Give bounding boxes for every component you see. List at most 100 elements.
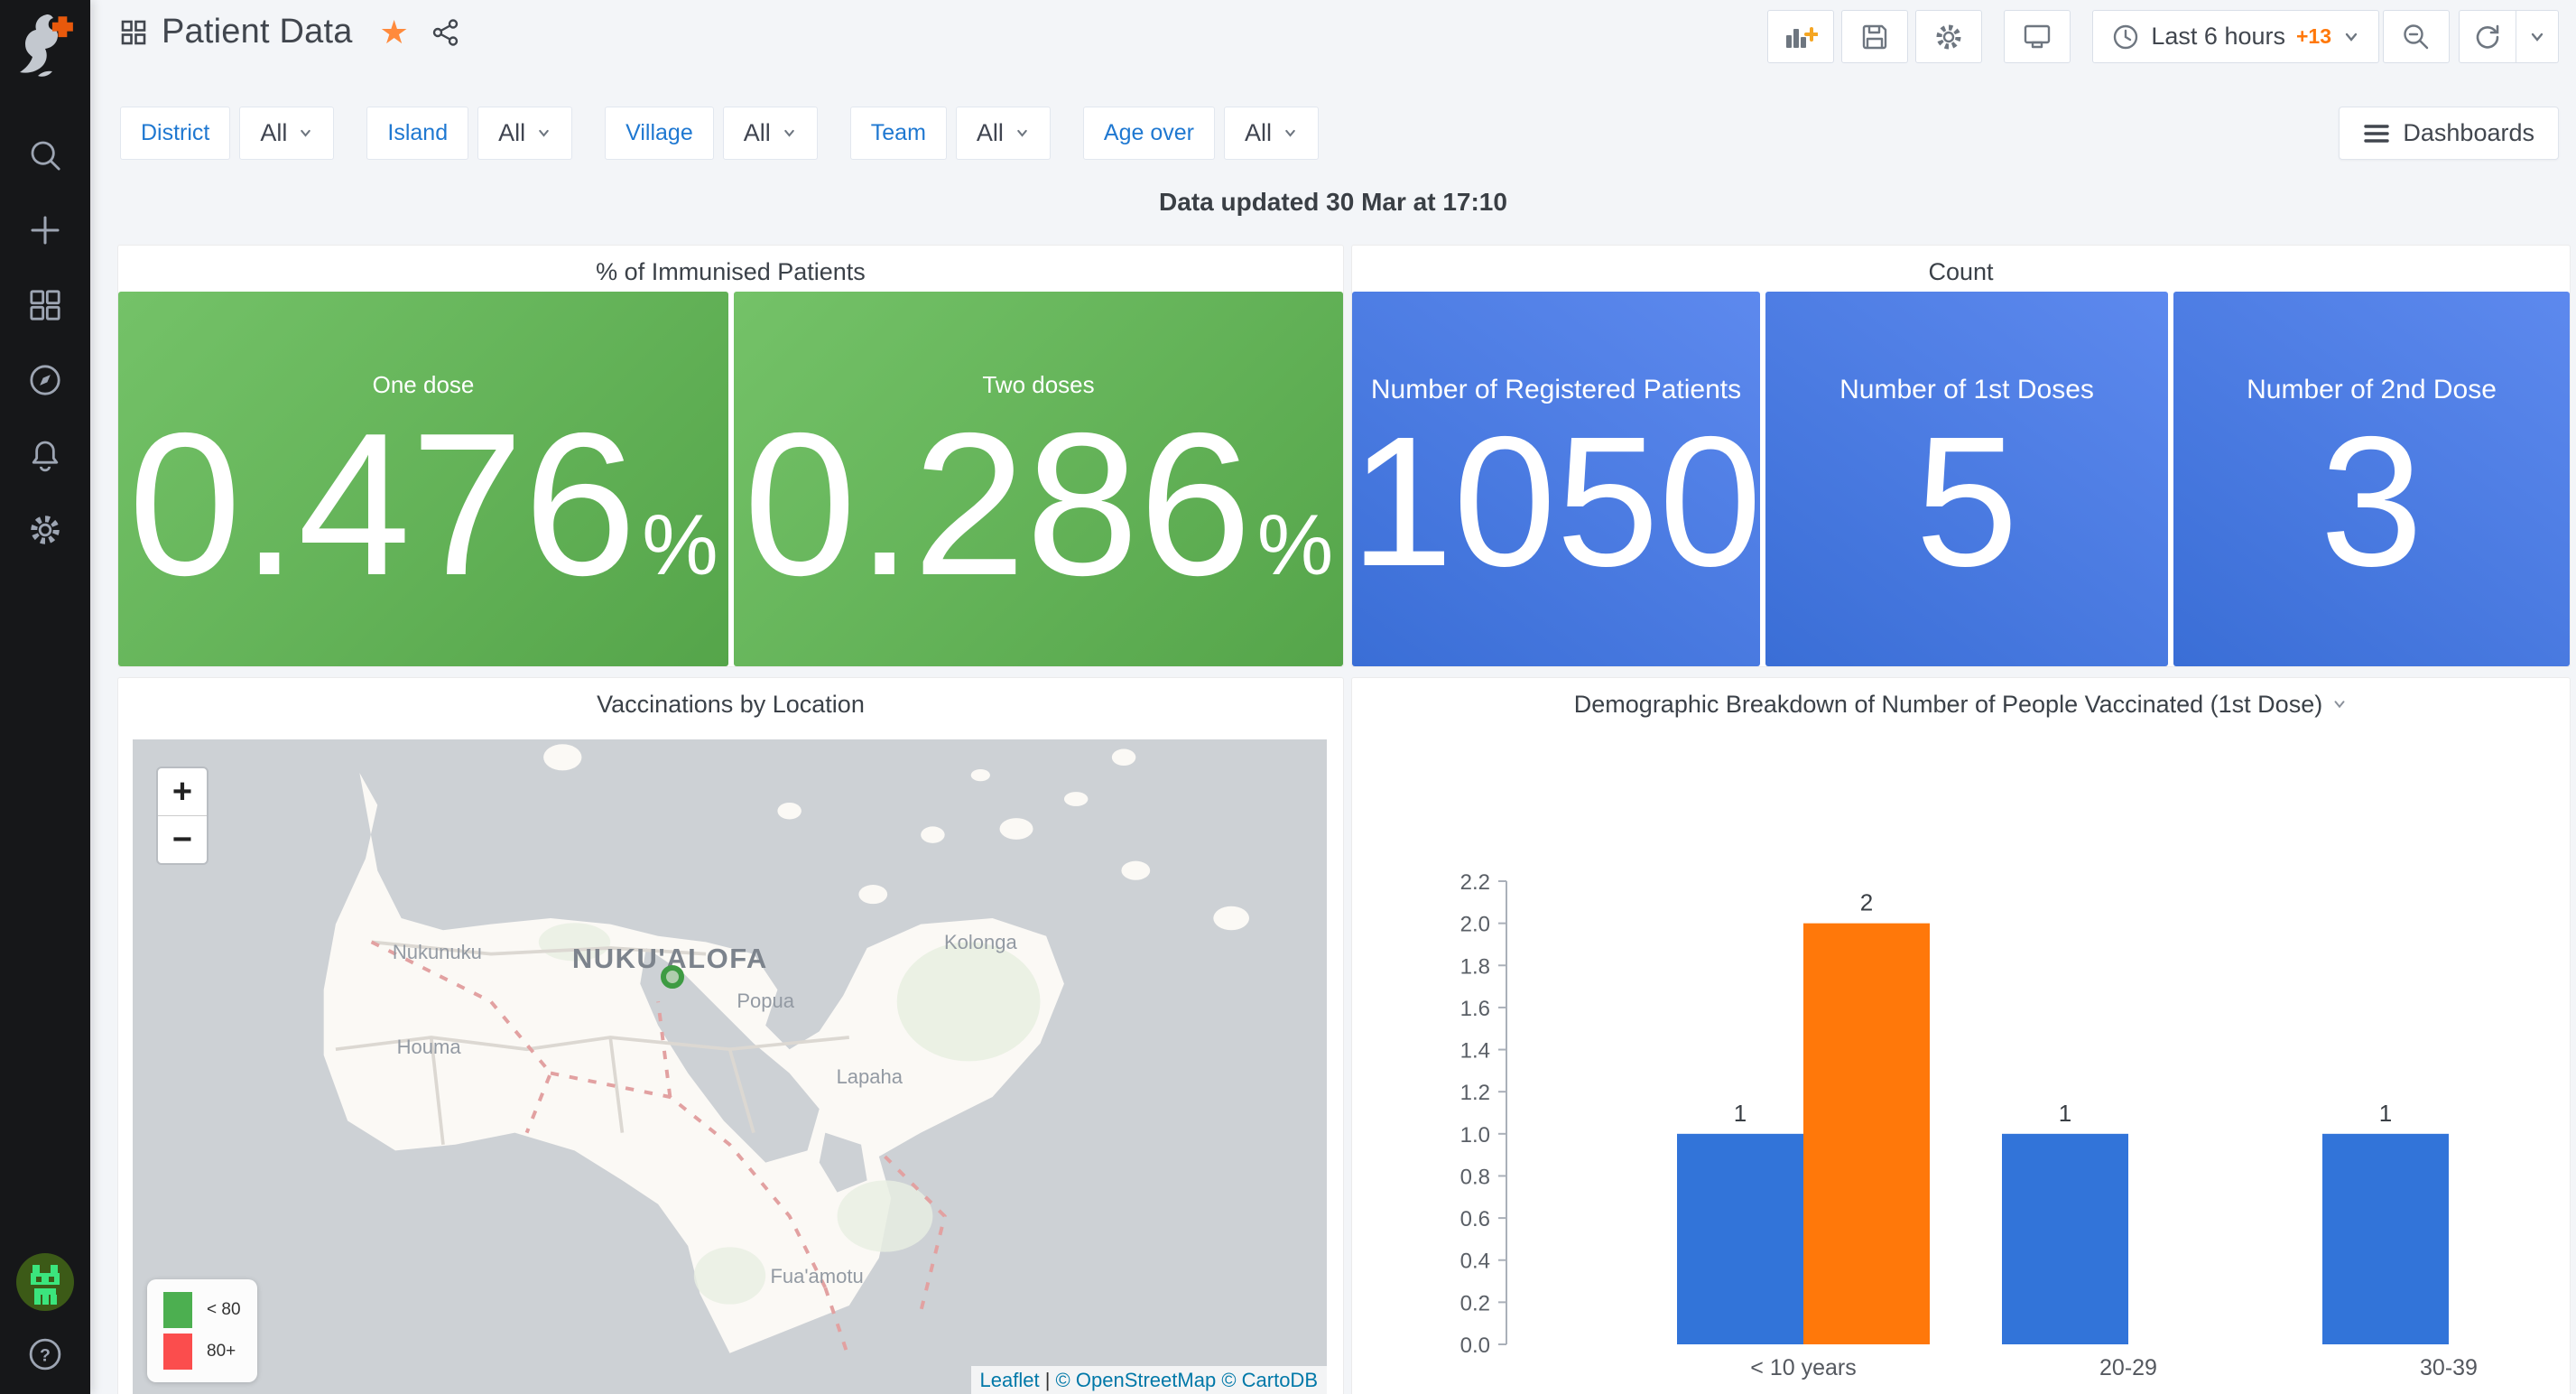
legend-item-under-80: < 80: [163, 1292, 241, 1328]
sidebar-item-search[interactable]: [25, 135, 65, 175]
configuration-gear-icon: [26, 511, 64, 549]
zoom-out-button[interactable]: −: [158, 815, 207, 863]
refresh-interval-dropdown[interactable]: [2516, 11, 2558, 62]
legend-swatch-red: [163, 1334, 192, 1370]
save-icon: [1859, 22, 1890, 52]
map-place-label: Lapaha: [837, 1065, 903, 1089]
save-dashboard-button[interactable]: [1841, 10, 1908, 63]
dashboards-button[interactable]: Dashboards: [2339, 107, 2559, 160]
svg-text:0.2: 0.2: [1460, 1291, 1490, 1315]
time-range-picker[interactable]: Last 6 hours +13: [2092, 10, 2379, 63]
bar-series-1-< 10 years[interactable]: [1677, 1134, 1803, 1344]
panel-title[interactable]: Count: [1352, 246, 2570, 298]
alerting-bell-icon: [26, 436, 64, 474]
openstreetmap-link[interactable]: © OpenStreetMap: [1056, 1369, 1217, 1391]
grafana-dashboard: ? Patient Data ★ Las: [0, 0, 2576, 1394]
filter-village-label[interactable]: Village: [605, 107, 714, 160]
stat-first-doses: Number of 1st Doses 5: [1765, 292, 2168, 666]
add-panel-icon: [1784, 22, 1818, 52]
share-icon[interactable]: [431, 17, 461, 48]
filter-island-label[interactable]: Island: [366, 107, 468, 160]
filter-team-label[interactable]: Team: [850, 107, 947, 160]
sidebar-item-explore[interactable]: [25, 360, 65, 400]
map-data-marker[interactable]: [661, 965, 684, 989]
svg-text:2: 2: [1860, 889, 1873, 916]
svg-text:1.2: 1.2: [1460, 1081, 1490, 1105]
filter-age-over-value[interactable]: All: [1224, 107, 1319, 160]
plus-icon: [26, 211, 64, 249]
dashboard-settings-button[interactable]: [1915, 10, 1982, 63]
stat-value: 5: [1915, 414, 2018, 590]
bar-chart[interactable]: 0.00.20.40.60.81.01.21.41.61.82.02.212< …: [1367, 750, 2564, 1394]
attribution-separator: |: [1045, 1369, 1051, 1391]
sidebar-item-help[interactable]: ?: [25, 1334, 65, 1374]
time-range-extra: +13: [2296, 24, 2331, 49]
panel-title-text: Demographic Breakdown of Number of Peopl…: [1574, 691, 2322, 719]
favorite-star-icon[interactable]: ★: [380, 16, 409, 49]
page-title: Patient Data: [162, 13, 353, 51]
svg-text:1.6: 1.6: [1460, 997, 1490, 1021]
stat-value: 0.476: [128, 408, 636, 601]
list-icon: [2363, 122, 2390, 145]
sidebar-item-dashboards[interactable]: [25, 285, 65, 325]
filter-value-text: All: [744, 119, 771, 147]
svg-text:1.0: 1.0: [1460, 1123, 1490, 1148]
user-avatar[interactable]: [16, 1253, 74, 1311]
panel-demographic-chart: Demographic Breakdown of Number of Peopl…: [1351, 677, 2571, 1394]
dashboards-button-label: Dashboards: [2403, 119, 2534, 147]
svg-text:0.6: 0.6: [1460, 1207, 1490, 1231]
bar-series-2-< 10 years[interactable]: [1803, 924, 1930, 1344]
cartodb-link[interactable]: © CartoDB: [1221, 1369, 1318, 1391]
dashboard-header: Patient Data ★ Last 6 hours +13: [90, 0, 2576, 90]
filter-village-value[interactable]: All: [723, 107, 818, 160]
map-place-label: Popua: [737, 990, 794, 1013]
org-logo-icon[interactable]: [11, 9, 79, 81]
chevron-down-icon: [1283, 125, 1298, 141]
add-panel-button[interactable]: [1767, 10, 1834, 63]
svg-text:1.8: 1.8: [1460, 954, 1490, 979]
svg-text:2.2: 2.2: [1460, 870, 1490, 895]
stat-unit: %: [1257, 505, 1333, 586]
bar-series-1-30-39[interactable]: [2322, 1134, 2449, 1344]
svg-text:1: 1: [1734, 1100, 1747, 1127]
panel-title[interactable]: Vaccinations by Location: [118, 678, 1343, 730]
panel-title[interactable]: Demographic Breakdown of Number of Peopl…: [1352, 678, 2570, 730]
filter-age-over-label[interactable]: Age over: [1083, 107, 1215, 160]
map-place-label: Kolonga: [944, 931, 1017, 954]
map-place-label: Fua'amotu: [770, 1265, 863, 1288]
cycle-view-button[interactable]: [2004, 10, 2071, 63]
panel-title[interactable]: % of Immunised Patients: [118, 246, 1343, 298]
stat-one-dose: One dose 0.476%: [118, 292, 728, 666]
zoom-out-icon: [2401, 22, 2432, 52]
stat-two-doses: Two doses 0.286%: [734, 292, 1343, 666]
chevron-down-icon: [2342, 28, 2360, 46]
sidebar-item-alerting[interactable]: [25, 435, 65, 475]
svg-text:20-29: 20-29: [2099, 1355, 2157, 1380]
zoom-in-button[interactable]: +: [158, 768, 207, 815]
leaflet-map[interactable]: Nukunuku NUKU'ALOFA Popua Kolonga Houma …: [133, 739, 1327, 1394]
stat-value: 1050: [1350, 414, 1762, 590]
svg-text:2.0: 2.0: [1460, 913, 1490, 937]
refresh-icon: [2473, 23, 2502, 51]
refresh-button[interactable]: [2460, 11, 2516, 62]
search-icon: [26, 136, 64, 174]
filter-team-value[interactable]: All: [956, 107, 1051, 160]
leaflet-link[interactable]: Leaflet: [980, 1369, 1040, 1391]
filter-age-over: Age over All: [1083, 107, 1319, 160]
filter-district-value[interactable]: All: [239, 107, 334, 160]
svg-text:0.8: 0.8: [1460, 1165, 1490, 1189]
map-zoom-control: + −: [156, 767, 208, 865]
sidebar-item-create[interactable]: [25, 210, 65, 250]
bar-series-1-20-29[interactable]: [2002, 1134, 2128, 1344]
filter-district-label[interactable]: District: [120, 107, 230, 160]
svg-text:1.4: 1.4: [1460, 1039, 1490, 1064]
sidebar-item-configuration[interactable]: [25, 510, 65, 550]
filter-island-value[interactable]: All: [477, 107, 572, 160]
panel-vaccinations-map: Vaccinations by Location: [117, 677, 1344, 1394]
header-toolbar: Last 6 hours +13: [1767, 10, 2559, 63]
zoom-out-time-button[interactable]: [2383, 10, 2450, 63]
status-banner: Data updated 30 Mar at 17:10: [90, 188, 2576, 217]
clock-icon: [2111, 23, 2140, 51]
filter-value-text: All: [977, 119, 1004, 147]
chevron-down-icon: [782, 125, 797, 141]
